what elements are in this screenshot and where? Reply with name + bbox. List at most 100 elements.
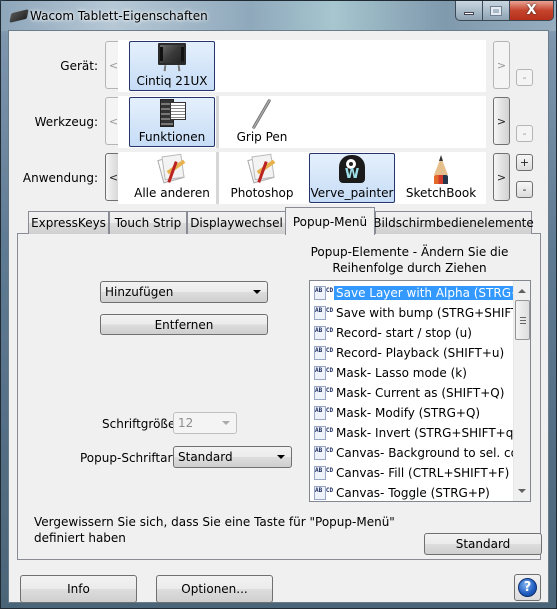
list-item-label: Mask- Lasso mode (k) <box>336 366 467 380</box>
list-item[interactable]: AB CD Save Layer with Alpha (STRG+S) <box>314 283 530 303</box>
device-strip: Cintiq 21UX <box>118 40 486 92</box>
list-item[interactable]: AB CD Mask- Current as (SHIFT+Q) <box>314 383 506 403</box>
list-scrollbar[interactable] <box>513 281 530 501</box>
app-tile-photoshop[interactable]: Photoshop <box>219 153 305 203</box>
list-item[interactable]: AB CD Mask- Invert (STRG+SHIFT+q) <box>314 423 520 443</box>
tool-label: Werkzeug: <box>34 115 98 129</box>
list-item-label: Record- Playback (SHIFT+u) <box>336 346 505 360</box>
scrollbar-thumb[interactable] <box>515 300 530 340</box>
list-item-label: Canvas- Toggle (STRG+P) <box>336 486 490 500</box>
tab-expresskeys[interactable]: ExpressKeys <box>28 211 109 234</box>
list-item-label: Mask- Current as (SHIFT+Q) <box>336 386 505 400</box>
device-tile-cintiq[interactable]: Cintiq 21UX <box>129 41 215 91</box>
list-item[interactable]: AB CD Record- start / stop (u) <box>314 323 474 343</box>
grip-icon <box>520 317 526 324</box>
close-button[interactable]: X <box>510 1 554 21</box>
tab-bildschirmbedienelemente[interactable]: Bildschirmbedienelemente <box>373 211 534 234</box>
window-title: Wacom Tablett-Eigenschaften <box>30 9 208 23</box>
application-strip: Alle anderen Photoshop W Verve_painter S… <box>118 152 486 204</box>
popup-font-dropdown[interactable]: Standard <box>173 446 292 468</box>
list-item-label: Save Layer with Alpha (STRG+S) <box>334 286 530 300</box>
list-item[interactable]: AB CD Canvas- Background to sel. color <box>314 443 531 463</box>
app-tile-verve-painter[interactable]: W Verve_painter <box>309 153 395 203</box>
keystroke-abcd-icon: AB CD <box>314 346 333 360</box>
list-item[interactable]: AB CD Mask- Lasso mode (k) <box>314 363 469 383</box>
tab-touch-strip[interactable]: Touch Strip <box>109 211 187 234</box>
app-tile-label: Photoshop <box>230 186 294 200</box>
device-remove-button[interactable]: - <box>516 69 533 86</box>
tool-tile-funktionen[interactable]: Funktionen <box>129 97 215 147</box>
minimize-icon <box>464 12 474 15</box>
keystroke-abcd-icon: AB CD <box>314 426 333 440</box>
tab-popup-menu[interactable]: Popup-Menü <box>285 207 375 235</box>
tab-displaywechsel[interactable]: Displaywechsel <box>187 211 286 234</box>
pencil-icon <box>425 155 457 185</box>
app-tile-alle-anderen[interactable]: Alle anderen <box>129 153 215 203</box>
window-controls: X <box>455 1 554 21</box>
list-item-label: Canvas- Fill (CTRL+SHIFT+F) <box>336 466 510 480</box>
hint-text: Vergewissern Sie sich, dass Sie eine Tas… <box>34 515 395 545</box>
remove-button[interactable]: Entfernen <box>100 314 268 335</box>
list-heading: Popup-Elemente - Ändern Sie die Reihenfo… <box>310 245 509 275</box>
keystroke-abcd-icon: AB CD <box>314 446 333 460</box>
keystroke-abcd-icon: AB CD <box>314 386 333 400</box>
options-button[interactable]: Optionen... <box>156 575 273 603</box>
tablet-monitor-icon <box>156 43 188 73</box>
verve-icon: W <box>336 155 368 185</box>
device-next-button[interactable]: > <box>493 41 510 89</box>
list-item-label: Canvas- Background to sel. color <box>336 446 531 460</box>
pen-icon <box>246 98 278 130</box>
wacom-tablet-icon <box>9 9 29 23</box>
generic-app-icon <box>156 153 188 185</box>
device-tile-label: Cintiq 21UX <box>136 74 208 88</box>
tool-tile-label: Grip Pen <box>236 130 288 144</box>
tool-tile-grip-pen[interactable]: Grip Pen <box>219 97 305 147</box>
application-add-button[interactable]: + <box>516 154 533 171</box>
chevron-down-icon <box>253 290 261 294</box>
chevron-down-icon <box>222 421 230 425</box>
list-item-label: Mask- Modify (STRG+Q) <box>336 406 481 420</box>
font-size-value: 12 <box>178 416 194 430</box>
list-item-label: Record- start / stop (u) <box>336 326 472 340</box>
application-label: Anwendung: <box>22 171 98 185</box>
popup-font-value: Standard <box>178 450 233 464</box>
list-item[interactable]: AB CD Canvas- Fill (CTRL+SHIFT+F) <box>314 463 511 483</box>
maximize-button[interactable] <box>483 1 510 21</box>
title-bar[interactable]: Wacom Tablett-Eigenschaften X <box>1 1 556 31</box>
app-tile-sketchbook[interactable]: SketchBook <box>398 153 484 203</box>
list-item[interactable]: AB CD Canvas- Toggle (STRG+P) <box>314 483 492 501</box>
tool-tile-label: Funktionen <box>138 130 206 144</box>
list-item-label: Mask- Invert (STRG+SHIFT+q) <box>336 426 519 440</box>
scroll-up-arrow-icon[interactable] <box>518 289 526 293</box>
add-item-dropdown-value: Hinzufügen <box>105 285 174 299</box>
list-item[interactable]: AB CD Save with bump (STRG+SHIFT+S) <box>314 303 530 323</box>
chevron-down-icon <box>277 455 285 459</box>
keystroke-abcd-icon: AB CD <box>314 306 333 320</box>
keystroke-abcd-icon: AB CD <box>314 406 333 420</box>
app-tile-label: SketchBook <box>405 186 477 200</box>
maximize-icon <box>490 5 502 16</box>
tool-remove-button[interactable]: - <box>516 125 533 142</box>
tool-strip: Funktionen Grip Pen <box>118 96 486 148</box>
default-button[interactable]: Standard <box>424 533 542 555</box>
keystroke-abcd-icon: AB CD <box>314 286 333 300</box>
close-icon: X <box>526 3 537 18</box>
minimize-button[interactable] <box>455 1 483 21</box>
functions-icon <box>156 99 188 129</box>
info-button[interactable]: Info <box>20 575 137 603</box>
help-button[interactable]: ? <box>514 574 541 601</box>
tool-next-button[interactable]: > <box>493 97 510 145</box>
popup-items-list[interactable]: AB CD Save Layer with Alpha (STRG+S) AB CD… <box>309 280 531 502</box>
list-item[interactable]: AB CD Mask- Modify (STRG+Q) <box>314 403 482 423</box>
generic-app-icon <box>246 153 278 185</box>
app-tile-label: Verve_painter <box>310 186 394 200</box>
application-next-button[interactable]: > <box>493 153 510 201</box>
list-item[interactable]: AB CD Record- Playback (SHIFT+u) <box>314 343 506 363</box>
font-size-dropdown[interactable]: 12 <box>173 412 237 434</box>
keystroke-abcd-icon: AB CD <box>314 486 333 500</box>
help-icon: ? <box>518 578 537 597</box>
add-item-dropdown[interactable]: Hinzufügen <box>100 281 268 303</box>
application-remove-button[interactable]: - <box>516 181 533 198</box>
scroll-down-arrow-icon[interactable] <box>518 489 526 493</box>
popup-font-label: Popup-Schriftart: <box>80 451 182 465</box>
